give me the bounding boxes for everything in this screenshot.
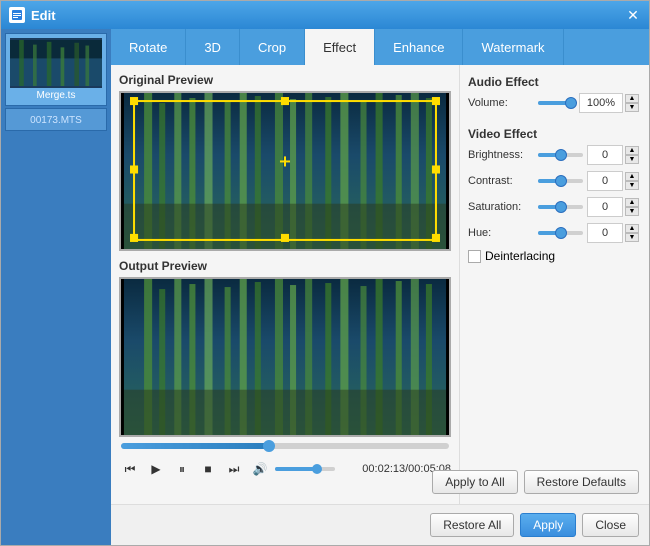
volume-slider[interactable] bbox=[538, 95, 575, 111]
restore-all-button[interactable]: Restore All bbox=[430, 513, 514, 537]
contrast-spinner: ▲ ▼ bbox=[625, 172, 639, 190]
pause-button[interactable]: ⏸ bbox=[171, 458, 193, 480]
progress-track[interactable] bbox=[121, 443, 449, 449]
hue-row: Hue: ▲ ▼ bbox=[468, 223, 639, 243]
output-preview-label: Output Preview bbox=[119, 259, 451, 273]
apply-button[interactable]: Apply bbox=[520, 513, 576, 537]
video-effect-section: Video Effect Brightness: bbox=[468, 127, 639, 263]
hue-slider[interactable] bbox=[538, 225, 583, 241]
original-video-container bbox=[119, 91, 451, 251]
audio-effect-label: Audio Effect bbox=[468, 75, 639, 89]
skip-back-button[interactable]: ⏮ bbox=[119, 458, 141, 480]
output-video-container bbox=[119, 277, 451, 437]
volume-spinner: ▲ ▼ bbox=[625, 94, 639, 112]
brightness-slider[interactable] bbox=[538, 147, 583, 163]
deinterlacing-label: Deinterlacing bbox=[485, 249, 555, 263]
hue-value[interactable] bbox=[587, 223, 623, 243]
controls-row: ⏮ ▶ ⏸ ■ ⏭ 🔊 00:02:13/00:05:08 bbox=[119, 455, 451, 483]
window-title: Edit bbox=[31, 8, 625, 23]
brightness-row: Brightness: ▲ ▼ bbox=[468, 145, 639, 165]
saturation-row: Saturation: ▲ ▼ bbox=[468, 197, 639, 217]
tab-enhance[interactable]: Enhance bbox=[375, 29, 463, 65]
volume-thumb[interactable] bbox=[312, 464, 322, 474]
volume-spin-up[interactable]: ▲ bbox=[625, 94, 639, 103]
file-list-panel: Merge.ts 00173.MTS bbox=[1, 29, 111, 545]
window-icon bbox=[9, 7, 25, 23]
progress-thumb[interactable] bbox=[263, 440, 275, 452]
deinterlacing-checkbox[interactable] bbox=[468, 250, 481, 263]
video-panel: Original Preview bbox=[111, 65, 459, 504]
contrast-value[interactable] bbox=[587, 171, 623, 191]
apply-to-all-button[interactable]: Apply to All bbox=[432, 470, 517, 494]
volume-spin-down[interactable]: ▼ bbox=[625, 103, 639, 112]
contrast-spin-down[interactable]: ▼ bbox=[625, 181, 639, 190]
restore-defaults-button[interactable]: Restore Defaults bbox=[524, 470, 639, 494]
file-name-merge: Merge.ts bbox=[10, 90, 102, 101]
hue-spinner: ▲ ▼ bbox=[625, 224, 639, 242]
tab-effect[interactable]: Effect bbox=[305, 29, 375, 65]
volume-value[interactable] bbox=[579, 93, 623, 113]
tab-bar: Rotate 3D Crop Effect Enhance Watermark bbox=[111, 29, 649, 65]
volume-area: 🔊 bbox=[249, 458, 335, 480]
original-preview-label: Original Preview bbox=[119, 73, 451, 87]
file-thumbnail-merge bbox=[10, 38, 102, 88]
tab-watermark[interactable]: Watermark bbox=[463, 29, 563, 65]
play-button[interactable]: ▶ bbox=[145, 458, 167, 480]
apply-all-row: Apply to All Restore Defaults bbox=[468, 470, 639, 494]
volume-row: Volume: ▲ ▼ bbox=[468, 93, 639, 113]
video-effect-label: Video Effect bbox=[468, 127, 639, 141]
brightness-spin-down[interactable]: ▼ bbox=[625, 155, 639, 164]
stop-button[interactable]: ■ bbox=[197, 458, 219, 480]
volume-fill bbox=[275, 467, 317, 471]
brightness-value[interactable] bbox=[587, 145, 623, 165]
tab-3d[interactable]: 3D bbox=[186, 29, 240, 65]
close-button[interactable]: Close bbox=[582, 513, 639, 537]
saturation-label: Saturation: bbox=[468, 201, 538, 213]
audio-effect-section: Audio Effect Volume: ▲ bbox=[468, 75, 639, 119]
tab-crop[interactable]: Crop bbox=[240, 29, 305, 65]
volume-label: Volume: bbox=[468, 97, 538, 109]
contrast-slider[interactable] bbox=[538, 173, 583, 189]
file-item-merge[interactable]: Merge.ts bbox=[5, 33, 107, 106]
saturation-spin-up[interactable]: ▲ bbox=[625, 198, 639, 207]
hue-label: Hue: bbox=[468, 227, 538, 239]
right-panel: Audio Effect Volume: ▲ bbox=[459, 65, 649, 504]
edit-window: Edit ✕ Merge.ts bbox=[0, 0, 650, 546]
saturation-value[interactable] bbox=[587, 197, 623, 217]
contrast-spin-up[interactable]: ▲ bbox=[625, 172, 639, 181]
deinterlacing-row: Deinterlacing bbox=[468, 249, 639, 263]
bottom-buttons: Restore All Apply Close bbox=[111, 504, 649, 545]
file-name-mts: 00173.MTS bbox=[10, 115, 102, 126]
title-bar: Edit ✕ bbox=[1, 1, 649, 29]
contrast-row: Contrast: ▲ ▼ bbox=[468, 171, 639, 191]
brightness-spinner: ▲ ▼ bbox=[625, 146, 639, 164]
progress-bar-container bbox=[119, 443, 451, 449]
volume-track[interactable] bbox=[275, 467, 335, 471]
hue-spin-down[interactable]: ▼ bbox=[625, 233, 639, 242]
skip-forward-button[interactable]: ⏭ bbox=[223, 458, 245, 480]
saturation-spinner: ▲ ▼ bbox=[625, 198, 639, 216]
panels: Original Preview bbox=[111, 65, 649, 504]
volume-icon: 🔊 bbox=[249, 458, 271, 480]
saturation-slider[interactable] bbox=[538, 199, 583, 215]
hue-spin-up[interactable]: ▲ bbox=[625, 224, 639, 233]
saturation-spin-down[interactable]: ▼ bbox=[625, 207, 639, 216]
content-area: Merge.ts 00173.MTS Rotate 3D Crop Effe bbox=[1, 29, 649, 545]
main-area: Rotate 3D Crop Effect Enhance Watermark bbox=[111, 29, 649, 545]
tab-rotate[interactable]: Rotate bbox=[111, 29, 186, 65]
progress-fill bbox=[121, 443, 269, 449]
close-window-button[interactable]: ✕ bbox=[625, 7, 641, 23]
brightness-spin-up[interactable]: ▲ bbox=[625, 146, 639, 155]
contrast-label: Contrast: bbox=[468, 175, 538, 187]
file-item-mts[interactable]: 00173.MTS bbox=[5, 108, 107, 131]
brightness-label: Brightness: bbox=[468, 149, 538, 161]
